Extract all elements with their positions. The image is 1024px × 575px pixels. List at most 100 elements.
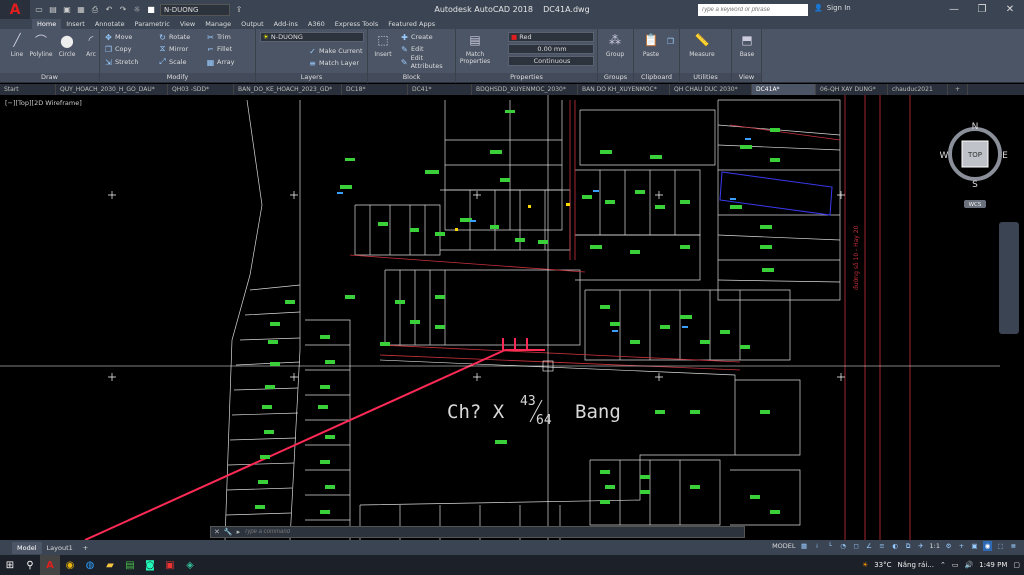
osnap-icon[interactable]: ◻	[852, 541, 861, 551]
wcs-menu[interactable]: WCS	[969, 202, 982, 208]
app-icon[interactable]: ◈	[180, 555, 200, 575]
color-square-icon[interactable]: ■	[146, 5, 156, 15]
layers-panel-title[interactable]: Layers	[256, 73, 367, 82]
tab-insert[interactable]: Insert	[61, 19, 90, 29]
doc-tab[interactable]: DC41*	[408, 84, 472, 95]
sun-icon[interactable]: ☼	[132, 5, 142, 15]
layer-dropdown[interactable]: ☀ N-DUONG	[260, 32, 364, 42]
browser-icon[interactable]: ◍	[80, 555, 100, 575]
scale-button[interactable]: ⤢ Scale	[158, 56, 186, 68]
insert-button[interactable]: ⬚ Insert	[370, 31, 396, 58]
tab-view[interactable]: View	[175, 19, 200, 29]
base-button[interactable]: ⬒ Base	[734, 31, 760, 58]
ortho-icon[interactable]: └	[826, 541, 835, 551]
annotation-scale-icon[interactable]: ✈	[917, 541, 926, 551]
maximize-icon[interactable]: ❐	[968, 0, 996, 19]
lineweight-icon[interactable]: ≡	[878, 541, 887, 551]
weather-temp[interactable]: 33°C	[874, 561, 891, 569]
tab-manage[interactable]: Manage	[200, 19, 236, 29]
create-block-button[interactable]: ✚ Create	[400, 31, 432, 43]
clipboard-panel-title[interactable]: Clipboard	[634, 73, 679, 82]
linetype-dropdown[interactable]: Continuous	[508, 56, 594, 66]
utilities-panel-title[interactable]: Utilities	[680, 73, 731, 82]
tray-chevron-icon[interactable]: ⌃	[940, 561, 946, 569]
group-button[interactable]: ⁂ Group	[602, 31, 628, 58]
modify-panel-title[interactable]: Modify	[100, 73, 255, 82]
tab-annotate[interactable]: Annotate	[90, 19, 130, 29]
snap-icon[interactable]: ⁞	[813, 541, 822, 551]
layer-combo[interactable]: N-DUONG	[160, 3, 230, 16]
isolate-objects-icon[interactable]: ◉	[983, 541, 992, 551]
chrome-icon[interactable]: ◉	[60, 555, 80, 575]
mirror-button[interactable]: ⧖ Mirror	[158, 43, 188, 55]
plot-icon[interactable]: ⎙	[90, 5, 100, 15]
command-prompt-icon[interactable]: ▸	[237, 528, 241, 536]
new-tab-icon[interactable]: +	[948, 84, 968, 95]
draw-panel-title[interactable]: Draw	[0, 73, 99, 82]
tab-parametric[interactable]: Parametric	[130, 19, 175, 29]
transparency-icon[interactable]: ◐	[891, 541, 900, 551]
polar-icon[interactable]: ◔	[839, 541, 848, 551]
viewport-label[interactable]: [−][Top][2D Wireframe]	[5, 99, 82, 107]
doc-tab-active[interactable]: DC41A*	[752, 84, 816, 95]
rotate-button[interactable]: ↻ Rotate	[158, 31, 190, 43]
doc-tab[interactable]: chauduc2021	[888, 84, 948, 95]
polyline-button[interactable]: ⌒ Polyline	[28, 31, 54, 59]
weather-text[interactable]: Nắng rái...	[898, 561, 934, 569]
doc-tab-start[interactable]: Start	[0, 84, 56, 95]
doc-tab[interactable]: DC18*	[342, 84, 408, 95]
new-icon[interactable]: ▭	[34, 5, 44, 15]
navigation-bar[interactable]	[999, 222, 1019, 334]
view-cube[interactable]: TOP N S E W WCS	[940, 120, 1010, 210]
tab-a360[interactable]: A360	[303, 19, 330, 29]
array-button[interactable]: ▦ Array	[206, 56, 235, 68]
compass-west[interactable]: W	[940, 151, 949, 161]
undo-icon[interactable]: ↶	[104, 5, 114, 15]
app-icon[interactable]: ▣	[160, 555, 180, 575]
explorer-icon[interactable]: ▰	[100, 555, 120, 575]
view-cube-top[interactable]: TOP	[967, 151, 982, 159]
line-button[interactable]: ╱ Line	[4, 31, 30, 58]
notification-icon[interactable]: ▢	[1013, 561, 1020, 569]
fillet-button[interactable]: ⌐ Fillet	[206, 43, 232, 55]
autocad-taskbar-icon[interactable]: A	[40, 555, 60, 575]
app-icon[interactable]: ▤	[120, 555, 140, 575]
app-icon[interactable]: ◙	[140, 555, 160, 575]
model-space-toggle[interactable]: MODEL	[772, 542, 795, 550]
hardware-acceleration-icon[interactable]: ▣	[970, 541, 979, 551]
view-panel-title[interactable]: View	[732, 73, 761, 82]
open-icon[interactable]: ▤	[48, 5, 58, 15]
doc-tab[interactable]: BDQHSDD_XUYENMOC_2030*	[472, 84, 578, 95]
autocad-logo-icon[interactable]: A	[0, 0, 30, 19]
tab-featured-apps[interactable]: Featured Apps	[383, 19, 440, 29]
match-layer-button[interactable]: ≡ Match Layer	[308, 57, 359, 69]
grid-icon[interactable]: ▦	[800, 541, 809, 551]
doc-tab[interactable]: QH03 -SDD*	[168, 84, 234, 95]
lineweight-dropdown[interactable]: 0.00 mm	[508, 44, 594, 54]
layout-tab-layout1[interactable]: Layout1	[42, 542, 78, 554]
close-icon[interactable]: ✕	[996, 0, 1024, 19]
layout-tab-model[interactable]: Model	[12, 541, 42, 554]
tab-express-tools[interactable]: Express Tools	[330, 19, 383, 29]
settings-gear-icon[interactable]: ⚙	[944, 541, 953, 551]
tab-output[interactable]: Output	[236, 19, 269, 29]
circle-button[interactable]: ● Circle	[54, 31, 80, 59]
share-icon[interactable]: ⇪	[234, 5, 244, 15]
selection-cycling-icon[interactable]: ⧉	[904, 541, 913, 551]
compass-east[interactable]: E	[1002, 151, 1008, 161]
match-properties-button[interactable]: ▤ Match Properties	[458, 31, 492, 65]
start-icon[interactable]: ⊞	[0, 555, 20, 575]
weather-icon[interactable]: ☀	[862, 561, 868, 569]
compass-south[interactable]: S	[972, 180, 978, 190]
doc-tab[interactable]: QH CHAU DUC 2030*	[670, 84, 752, 95]
color-dropdown[interactable]: ■ Red	[508, 32, 594, 42]
make-current-button[interactable]: ✓ Make Current	[308, 45, 362, 57]
trim-button[interactable]: ✂ Trim	[206, 31, 231, 43]
edit-attributes-button[interactable]: ✎ Edit Attributes	[400, 54, 455, 70]
doc-tab[interactable]: QUY_HOACH_2030_H_GO_DAU*	[56, 84, 168, 95]
otrack-icon[interactable]: ∠	[865, 541, 874, 551]
tab-addins[interactable]: Add-ins	[269, 19, 303, 29]
compass-north[interactable]: N	[972, 122, 979, 132]
block-panel-title[interactable]: Block	[368, 73, 455, 82]
properties-panel-title[interactable]: Properties	[456, 73, 597, 82]
